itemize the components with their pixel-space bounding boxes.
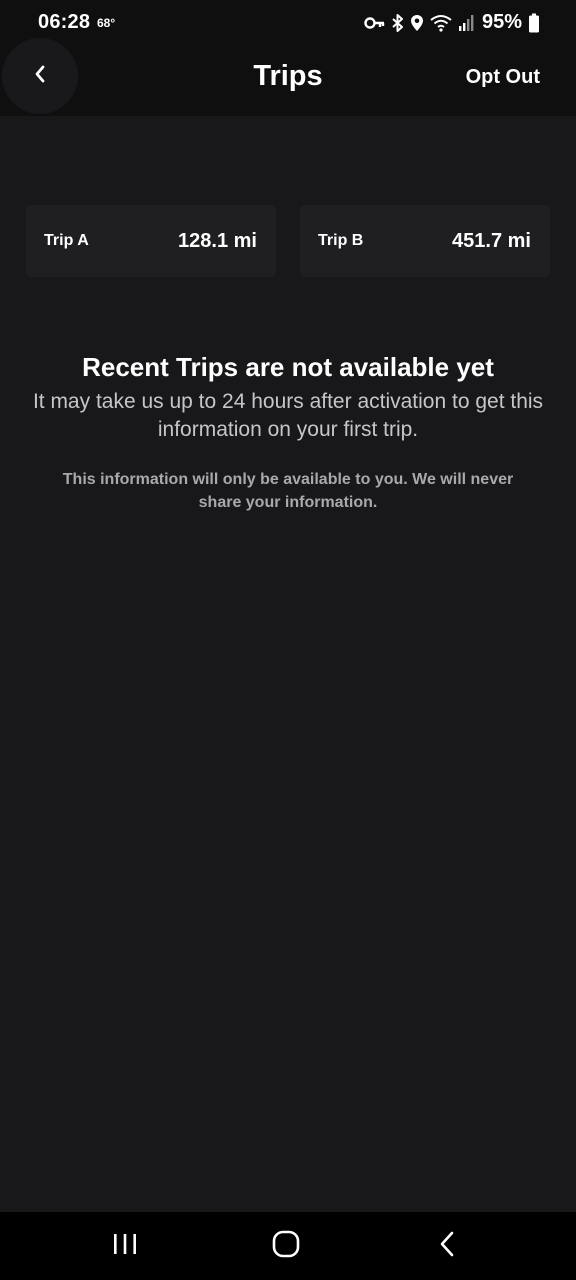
bluetooth-icon <box>392 13 404 32</box>
trip-b-card[interactable]: Trip B 451.7 mi <box>300 205 550 277</box>
status-bar: 06:28 68° 95% <box>0 0 576 44</box>
app-header: Trips Opt Out <box>0 38 576 116</box>
status-time: 06:28 <box>38 11 91 33</box>
home-icon <box>272 1230 300 1263</box>
system-back-button[interactable] <box>434 1230 460 1262</box>
battery-percent: 95% <box>481 11 522 33</box>
home-button[interactable] <box>268 1230 304 1262</box>
trip-a-card[interactable]: Trip A 128.1 mi <box>26 205 276 277</box>
status-temperature: 68° <box>97 16 116 30</box>
trip-b-label: Trip B <box>318 232 364 249</box>
location-icon <box>410 14 424 32</box>
trip-a-label: Trip A <box>44 232 89 249</box>
opt-out-button[interactable]: Opt Out <box>466 66 540 89</box>
status-icons: 95% <box>364 11 540 34</box>
system-nav-bar <box>0 1212 576 1280</box>
signal-icon <box>458 14 474 32</box>
recents-button[interactable] <box>108 1230 142 1262</box>
trip-a-distance: 128.1 mi <box>178 230 257 252</box>
recents-icon <box>112 1233 138 1260</box>
privacy-note: This information will only be available … <box>62 471 514 511</box>
empty-state-body: It may take us up to 24 hours after acti… <box>32 390 544 441</box>
vpn-key-icon <box>364 16 386 30</box>
battery-icon <box>528 13 540 33</box>
empty-state: Recent Trips are not available yet It ma… <box>20 350 556 514</box>
empty-state-title: Recent Trips are not available yet <box>82 352 494 382</box>
trip-b-distance: 451.7 mi <box>452 230 531 252</box>
wifi-icon <box>430 14 452 32</box>
back-icon <box>439 1231 455 1262</box>
